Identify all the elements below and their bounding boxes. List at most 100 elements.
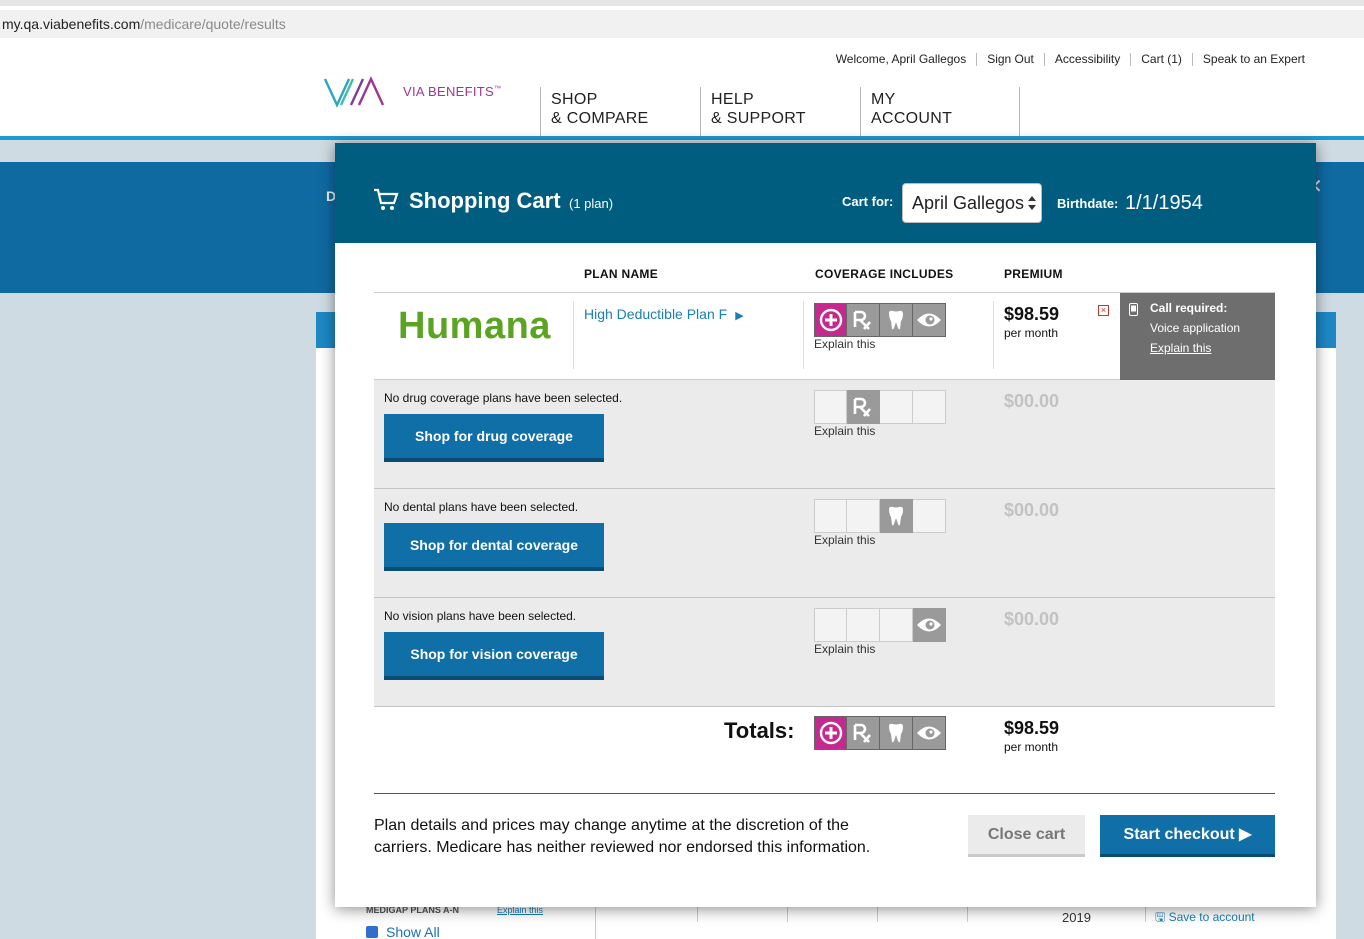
call-required-explain-link[interactable]: Explain this (1150, 341, 1275, 355)
plan-premium-period: per month (1004, 326, 1059, 340)
tooth-icon (880, 716, 913, 750)
cart-plan-count: (1 plan) (569, 196, 614, 211)
column-divider (993, 301, 994, 369)
nav-my-account[interactable]: MY ACCOUNT (860, 87, 1020, 137)
call-required-box: Call required: Voice application Explain… (1120, 293, 1275, 380)
utility-nav: Welcome, April Gallegos Sign Out Accessi… (826, 53, 1315, 66)
birthdate-value: 1/1/1954 (1125, 192, 1203, 214)
via-logo-mark-icon (323, 76, 385, 108)
nav-shop-compare[interactable]: SHOP & COMPARE (540, 87, 700, 137)
remove-plan-icon[interactable]: × (1098, 305, 1109, 316)
birthdate-label: Birthdate: (1057, 196, 1119, 211)
via-benefits-logo[interactable]: VIA BENEFITS™ (323, 75, 513, 111)
cart-for-label: Cart for: (842, 194, 894, 209)
no-drug-text: No drug coverage plans have been selecte… (384, 391, 623, 405)
nav-help-support-line1: HELP (711, 91, 754, 108)
checkbox-checked-icon (366, 926, 378, 938)
empty-slot (814, 608, 847, 642)
close-cart-button[interactable]: Close cart (968, 815, 1085, 857)
sign-out-link[interactable]: Sign Out (976, 53, 1044, 66)
dental-premium: $00.00 (1004, 500, 1060, 520)
url-domain: my.qa.viabenefits.com (2, 16, 141, 32)
cart-link[interactable]: Cart (1) (1130, 53, 1192, 66)
vision-premium: $00.00 (1004, 609, 1060, 629)
empty-slot (814, 390, 847, 424)
totals-coverage-icons (814, 716, 946, 750)
main-nav: SHOP & COMPARE HELP & SUPPORT MY ACCOUNT (540, 87, 1020, 137)
empty-slot (880, 390, 913, 424)
eye-icon (913, 303, 946, 337)
no-vision-text: No vision plans have been selected. (384, 609, 577, 623)
dental-explain-link[interactable]: Explain this (814, 533, 875, 547)
call-required-title: Call required: (1150, 301, 1228, 315)
shop-vision-coverage-button[interactable]: Shop for vision coverage (384, 632, 604, 680)
cart-for-selected-value: April Gallegos (912, 193, 1025, 213)
tooth-icon (880, 499, 913, 533)
call-required-subtitle: Voice application (1150, 321, 1241, 335)
column-divider (573, 301, 574, 369)
footer-divider (374, 793, 1275, 794)
empty-slot (847, 499, 880, 533)
dental-coverage-row: No dental plans have been selected. Shop… (374, 489, 1275, 598)
vision-explain-link[interactable]: Explain this (814, 642, 875, 656)
plan-name-text: High Deductible Plan F (584, 306, 728, 322)
cart-for-select[interactable]: April Gallegos (902, 183, 1042, 223)
plan-premium: $98.59 (1004, 304, 1060, 324)
nav-my-account-line1: MY (871, 91, 896, 108)
cart-title: Shopping Cart (409, 188, 561, 213)
drug-explain-link[interactable]: Explain this (814, 424, 875, 438)
column-divider (803, 301, 804, 369)
url-path: /medicare/quote/results (140, 16, 286, 32)
cart-icon (374, 188, 399, 210)
nav-my-account-line2: ACCOUNT (871, 110, 953, 127)
logo-text: VIA BENEFITS™ (403, 84, 502, 99)
col-plan-name: PLAN NAME (584, 267, 659, 281)
plan-year: 2019 (1062, 910, 1091, 925)
empty-slot (913, 499, 946, 533)
cart-header: Shopping Cart (1 plan) Cart for: April G… (335, 143, 1316, 243)
empty-slot (847, 608, 880, 642)
mobile-phone-icon (1129, 303, 1138, 316)
eye-icon (913, 608, 946, 642)
shop-dental-coverage-button[interactable]: Shop for dental coverage (384, 523, 604, 571)
accessibility-link[interactable]: Accessibility (1043, 53, 1130, 66)
rx-icon (847, 716, 880, 750)
medical-plus-icon (814, 716, 847, 750)
humana-logo: Humana (398, 305, 551, 347)
eye-icon (913, 716, 946, 750)
drug-coverage-row: No drug coverage plans have been selecte… (374, 380, 1275, 489)
vision-coverage-row: No vision plans have been selected. Shop… (374, 598, 1275, 707)
address-field[interactable]: my.qa.viabenefits.com/medicare/quote/res… (0, 10, 1364, 38)
site-header: Welcome, April Gallegos Sign Out Accessi… (0, 45, 1364, 140)
pricing-disclaimer: Plan details and prices may change anyti… (374, 817, 871, 856)
start-checkout-button[interactable]: Start checkout ▶ (1100, 815, 1275, 857)
welcome-text: Welcome, April Gallegos (835, 52, 967, 66)
shop-drug-coverage-button[interactable]: Shop for drug coverage (384, 414, 604, 462)
nav-shop-compare-line2: & COMPARE (551, 110, 649, 127)
rx-icon (847, 390, 880, 424)
speak-to-expert-link[interactable]: Speak to an Expert (1191, 53, 1315, 66)
browser-top-strip (0, 0, 1364, 6)
no-dental-text: No dental plans have been selected. (384, 500, 579, 514)
save-to-account-link[interactable]: 🖫 Save to account (1155, 908, 1255, 929)
results-footer-strip: MEDIGAP PLANS A-N Explain this Show All … (355, 902, 1336, 939)
save-to-account-label: Save to account (1168, 910, 1255, 924)
play-arrow-icon: ▶ (735, 310, 744, 322)
plan-name-link[interactable]: High Deductible Plan F ▶ (584, 306, 744, 322)
dental-coverage-icons (814, 499, 946, 533)
cart-plan-row: Humana High Deductible Plan F ▶ Explain t… (374, 292, 1275, 380)
totals-label: Totals: (724, 718, 795, 743)
medical-plus-icon (814, 303, 847, 337)
show-all-checkbox[interactable]: Show All (366, 924, 440, 939)
drug-premium: $00.00 (1004, 391, 1060, 411)
show-all-label: Show All (386, 924, 440, 939)
empty-slot (913, 390, 946, 424)
vision-coverage-icons (814, 608, 946, 642)
nav-help-support[interactable]: HELP & SUPPORT (700, 87, 860, 137)
totals-premium-period: per month (1004, 740, 1059, 754)
floppy-icon: 🖫 (1155, 910, 1169, 924)
nav-help-support-line2: & SUPPORT (711, 110, 806, 127)
plan-coverage-explain-link[interactable]: Explain this (814, 337, 875, 351)
header-accent-rule (0, 136, 1364, 140)
coverage-icons (814, 303, 946, 337)
